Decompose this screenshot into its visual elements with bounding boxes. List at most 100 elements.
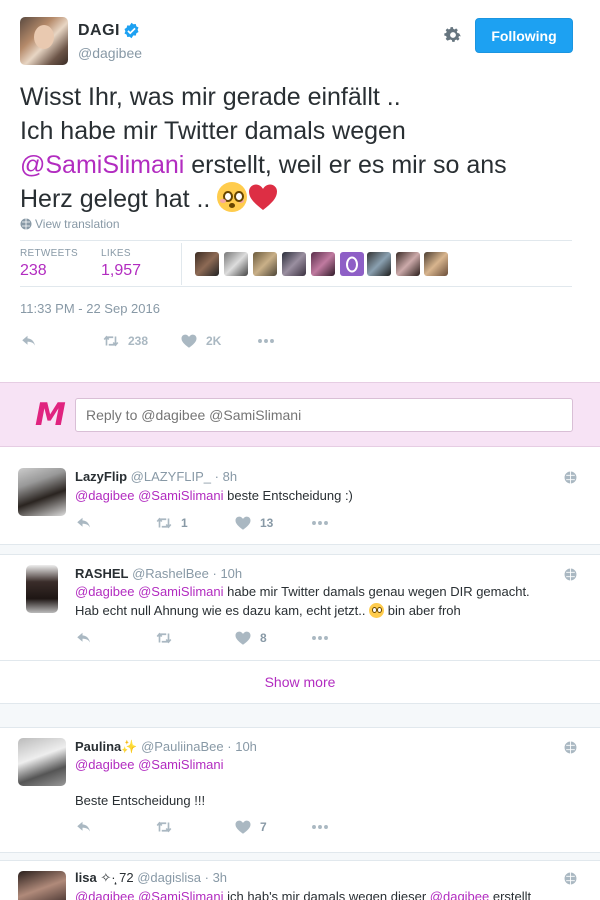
heart-icon (235, 820, 251, 834)
reply-button[interactable] (75, 818, 101, 836)
red-heart-icon (249, 184, 278, 210)
reply-mentions[interactable]: @dagibee @SamiSlimani (75, 757, 224, 772)
like-button[interactable]: 7 (234, 818, 267, 836)
heart-icon (181, 334, 197, 348)
likes-count[interactable]: 1,957 (101, 262, 141, 280)
author-avatar[interactable] (20, 17, 68, 65)
reply-mentions[interactable]: @dagibee @SamiSlimani (75, 584, 224, 599)
retweet-icon (156, 517, 172, 529)
reply-tweet[interactable]: Paulina✨ @PauliinaBee · 10h @dagibee @Sa… (0, 728, 600, 852)
show-more-link[interactable]: Show more (0, 660, 600, 703)
liker-avatar[interactable] (282, 252, 306, 276)
gear-icon[interactable] (443, 25, 463, 45)
like-button[interactable]: 8 (234, 629, 267, 647)
retweet-button[interactable] (155, 818, 181, 836)
liker-avatar[interactable] (340, 252, 364, 276)
mention-link[interactable]: @SamiSlimani (20, 151, 184, 179)
globe-icon[interactable] (564, 471, 577, 484)
retweet-count: 238 (128, 334, 149, 348)
more-button[interactable] (257, 332, 283, 350)
avatar[interactable] (18, 871, 66, 900)
reply-time[interactable]: · 10h (227, 739, 257, 754)
reply-button[interactable] (75, 514, 101, 532)
reply-mentions[interactable]: @dagibee @SamiSlimani (75, 889, 224, 900)
reply-author-name[interactable]: Paulina (75, 739, 121, 754)
retweet-button[interactable]: 238 (102, 332, 148, 350)
globe-icon[interactable] (564, 741, 577, 754)
verified-badge-icon (124, 22, 139, 39)
liker-avatar[interactable] (195, 252, 219, 276)
following-button[interactable]: Following (475, 18, 573, 53)
reply-author-name[interactable]: lisa (75, 870, 97, 885)
stats-separator (181, 243, 182, 285)
like-button[interactable]: 13 (234, 514, 273, 532)
reply-time[interactable]: · 8h (215, 469, 237, 484)
like-count: 7 (260, 820, 267, 834)
reply-text: Beste Entscheidung !!! (75, 791, 575, 810)
avatar[interactable] (18, 468, 66, 516)
reply-icon (77, 821, 90, 832)
globe-icon (20, 218, 32, 230)
reply-tweet[interactable]: LazyFlip @LAZYFLIP_ · 8h @dagibee @SamiS… (0, 458, 600, 544)
reply-time[interactable]: · 10h (213, 566, 243, 581)
liker-avatar[interactable] (311, 252, 335, 276)
like-button[interactable]: 2K (180, 332, 221, 350)
avatar[interactable] (26, 565, 58, 613)
stats-bottom-divider (20, 286, 572, 287)
reply-author-name-suffix: ✧·̩͙ 72 (100, 870, 134, 885)
reply-button[interactable] (20, 332, 46, 350)
thread-separator (0, 703, 600, 728)
reply-tweet[interactable]: lisa ✧·̩͙ 72 @dagislisa · 3h @dagibee @S… (0, 861, 600, 900)
heart-icon (235, 516, 251, 530)
egg-icon (346, 256, 358, 273)
reply-author-handle[interactable]: @LAZYFLIP_ (131, 469, 211, 484)
tweet-timestamp[interactable]: 11:33 PM - 22 Sep 2016 (20, 301, 160, 316)
globe-icon[interactable] (564, 568, 577, 581)
view-translation-link[interactable]: View translation (20, 217, 120, 231)
more-dots-icon (312, 825, 328, 829)
reply-time[interactable]: · 3h (205, 870, 227, 885)
reply-author-name[interactable]: RASHEL (75, 566, 128, 581)
retweets-count[interactable]: 238 (20, 262, 47, 280)
globe-icon[interactable] (564, 872, 577, 885)
tweet-line-4: Herz gelegt hat .. (20, 185, 218, 213)
more-dots-icon (312, 521, 328, 525)
retweet-button[interactable]: 1 (155, 514, 188, 532)
retweet-icon (103, 335, 119, 347)
reply-mention-2[interactable]: @dagibee (430, 889, 489, 900)
reply-tweet[interactable]: RASHEL @RashelBee · 10h @dagibee @SamiSl… (0, 555, 600, 660)
tweet-line-1: Wisst Ihr, was mir gerade einfällt .. (20, 83, 401, 111)
retweet-button[interactable] (155, 629, 181, 647)
reply-body-text-3: bin aber froh (384, 603, 461, 618)
author-handle[interactable]: @dagibee (78, 45, 142, 61)
retweets-label: RETWEETS (20, 248, 78, 259)
more-button[interactable] (311, 629, 337, 647)
reply-author-name[interactable]: LazyFlip (75, 469, 127, 484)
sparkles-icon: ✨ (121, 739, 138, 754)
retweet-icon (156, 632, 172, 644)
like-count: 2K (206, 334, 222, 348)
more-dots-icon (258, 339, 274, 343)
more-button[interactable] (311, 818, 337, 836)
reply-author-handle[interactable]: @RashelBee (132, 566, 209, 581)
flushed-face-icon (369, 603, 385, 618)
liker-avatar[interactable] (224, 252, 248, 276)
liker-avatar[interactable] (253, 252, 277, 276)
reply-input[interactable] (75, 398, 573, 432)
reply-icon (77, 632, 90, 643)
liker-avatar[interactable] (396, 252, 420, 276)
reply-author-handle[interactable]: @dagislisa (137, 870, 201, 885)
liker-avatar[interactable] (424, 252, 448, 276)
reply-body-text: ich hab's mir damals wegen dieser (223, 889, 430, 900)
reply-mentions[interactable]: @dagibee @SamiSlimani (75, 488, 224, 503)
avatar[interactable] (18, 738, 66, 786)
reply-icon (77, 517, 90, 528)
more-button[interactable] (311, 514, 337, 532)
tweet-line-2: Ich habe mir Twitter damals wegen (20, 117, 406, 145)
retweet-count: 1 (181, 516, 188, 530)
liker-avatar[interactable] (367, 252, 391, 276)
author-name[interactable]: DAGI (78, 22, 120, 40)
like-count: 13 (260, 516, 274, 530)
reply-author-handle[interactable]: @PauliinaBee (141, 739, 224, 754)
reply-button[interactable] (75, 629, 101, 647)
